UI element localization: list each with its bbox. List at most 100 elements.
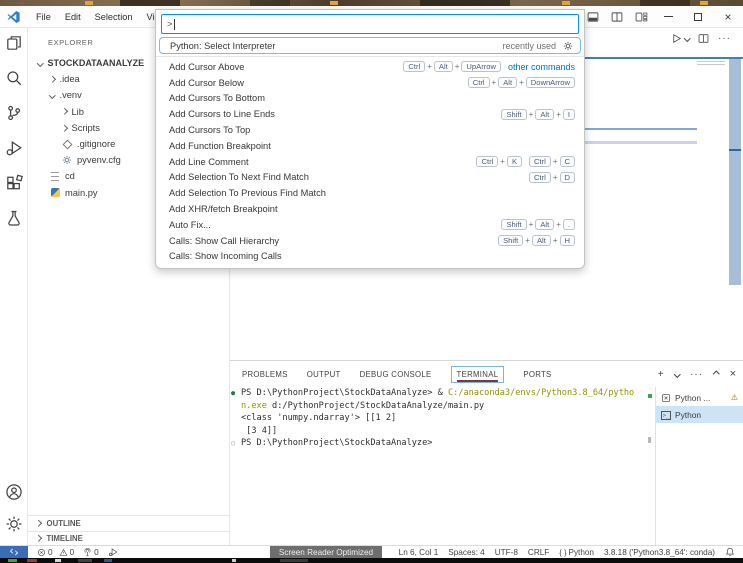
tree-item-label: Scripts	[71, 122, 100, 133]
panel-tab-terminal[interactable]: TERMINAL	[450, 365, 505, 383]
language-status[interactable]: { } Python	[559, 548, 594, 557]
keybinding: Ctrl + K	[476, 156, 523, 168]
chevron-down-icon	[683, 35, 690, 42]
palette-item-label: Add Cursors To Top	[169, 125, 251, 136]
warning-icon: ⚠	[730, 393, 738, 402]
gear-icon[interactable]	[563, 41, 573, 51]
close-button[interactable]: ×	[713, 6, 743, 27]
palette-item[interactable]: Add Function Breakpoint	[156, 138, 584, 154]
palette-item-label: Add Function Breakpoint	[169, 140, 271, 151]
command-input-value: >	[167, 18, 173, 30]
debug-status-icon[interactable]	[108, 547, 118, 557]
error-count: 0	[48, 547, 53, 557]
terminal-output[interactable]: ● PS D:\PythonProject\StockDataAnalyze> &…	[230, 387, 655, 546]
timeline-label: TIMELINE	[46, 534, 83, 543]
explorer-icon[interactable]	[5, 34, 23, 52]
command-input[interactable]: >	[161, 14, 579, 34]
customize-layout-icon[interactable]	[629, 6, 653, 27]
menu-file[interactable]: File	[29, 12, 58, 22]
tree-item-label: cd	[65, 171, 75, 182]
palette-item-label: Add Cursors To Bottom	[169, 93, 265, 104]
settings-gear-icon[interactable]	[5, 515, 23, 533]
terminal-tab-python[interactable]: >_ Python	[656, 406, 743, 423]
maximize-button[interactable]	[683, 6, 713, 27]
split-editor-icon[interactable]	[605, 6, 629, 27]
keybinding: Shift + Alt + I	[501, 108, 575, 120]
new-terminal-icon[interactable]: +	[658, 369, 664, 380]
panel-tab-output[interactable]: OUTPUT	[307, 370, 341, 379]
menu-edit[interactable]: Edit	[58, 12, 88, 22]
palette-item[interactable]: Add Selection To Next Find Match Ctrl + D	[156, 170, 584, 186]
line-col-status[interactable]: Ln 6, Col 1	[399, 548, 439, 557]
panel-tab-bar: PROBLEMS OUTPUT DEBUG CONSOLE TERMINAL PORTS	[242, 361, 552, 387]
close-panel-icon[interactable]: ×	[730, 368, 736, 380]
palette-item-label: Calls: Show Incoming Calls	[169, 251, 282, 262]
command-list: Python: Select Interpreter recently used A…	[156, 37, 584, 268]
problems-status[interactable]: 0 0	[37, 548, 74, 557]
chevron-right-icon	[49, 76, 56, 83]
notifications-bell-icon[interactable]	[725, 547, 735, 557]
palette-item[interactable]: Calls: Show Incoming Calls	[156, 249, 584, 265]
command-palette: > Python: Select Interpreter recently use…	[155, 9, 585, 269]
maximize-panel-icon[interactable]	[713, 370, 720, 378]
panel-tab-problems[interactable]: PROBLEMS	[242, 370, 288, 379]
timeline-section[interactable]: TIMELINE	[28, 531, 229, 545]
terminal-dropdown-icon[interactable]	[673, 370, 680, 378]
minimap[interactable]	[697, 59, 741, 285]
palette-item-label: Add Selection To Previous Find Match	[169, 188, 326, 199]
indentation-status[interactable]: Spaces: 4	[448, 548, 484, 557]
palette-item[interactable]: Calls: Show Outgoing Calls	[156, 264, 584, 268]
command-decoration-success[interactable]: ●	[231, 387, 235, 400]
palette-item-label: Calls: Show Call Hierarchy	[169, 235, 280, 246]
palette-item-label: Calls: Show Outgoing Calls	[169, 267, 282, 268]
source-control-icon[interactable]	[5, 104, 23, 122]
remote-indicator[interactable]	[0, 545, 28, 559]
terminal-line: [3 4]]	[230, 425, 655, 438]
terminal-text: [3 4]]	[241, 425, 278, 436]
terminal-decoration-success	[648, 394, 652, 398]
palette-item[interactable]: Add Cursors to Line Ends Shift + Alt + I	[156, 106, 584, 122]
command-decoration-pending[interactable]: ○	[231, 437, 235, 450]
palette-item[interactable]: Python: Select Interpreter recently used	[159, 37, 581, 54]
more-actions-icon[interactable]: ···	[718, 33, 731, 44]
palette-item[interactable]: Add Cursors To Top	[156, 122, 584, 138]
terminal-tab-label: Python ...	[675, 392, 711, 403]
panel-tab-debug-console[interactable]: DEBUG CONSOLE	[360, 370, 432, 379]
keybinding: Ctrl + Alt + DownArrow	[467, 77, 575, 89]
palette-item[interactable]: Calls: Show Call Hierarchy Shift + Alt + H	[156, 233, 584, 249]
screen-reader-badge[interactable]: Screen Reader Optimized	[270, 546, 382, 558]
minimize-button[interactable]	[653, 6, 683, 27]
terminal-tab-python-[interactable]: Python ... ⚠	[656, 389, 743, 406]
eol-status[interactable]: CRLF	[528, 548, 549, 557]
palette-item[interactable]: Add Selection To Previous Find Match	[156, 185, 584, 201]
terminal-text: C:/anaconda3/envs/Python3.8_64/pytho	[447, 388, 635, 398]
python-interpreter-status[interactable]: 3.8.18 ('Python3.8_64': conda)	[604, 548, 715, 557]
palette-item-label: Python: Select Interpreter	[170, 40, 276, 51]
palette-item[interactable]: Auto Fix... Shift + Alt +.	[156, 217, 584, 233]
palette-item[interactable]: Add Cursors To Bottom	[156, 91, 584, 107]
outline-section[interactable]: OUTLINE	[28, 515, 229, 531]
testing-icon[interactable]	[5, 209, 23, 227]
terminal-line: ● PS D:\PythonProject\StockDataAnalyze> &…	[230, 387, 655, 400]
account-icon[interactable]	[5, 483, 23, 501]
encoding-status[interactable]: UTF-8	[495, 548, 518, 557]
run-debug-icon[interactable]	[5, 139, 23, 157]
ports-status[interactable]: 0	[83, 548, 99, 557]
other-commands-link[interactable]: other commands	[508, 62, 575, 72]
palette-item[interactable]: Add Cursor Above Ctrl + Alt + UpArrow other co…	[156, 59, 584, 75]
search-icon[interactable]	[5, 69, 23, 87]
terminal-scrollbar-mark	[648, 437, 651, 443]
palette-item[interactable]: Add Line Comment Ctrl + K Ctrl + C	[156, 154, 584, 170]
more-actions-icon[interactable]: ···	[690, 369, 703, 380]
terminal-line: ○ PS D:\PythonProject\StockDataAnalyze>	[230, 437, 655, 450]
split-editor-button[interactable]	[698, 33, 709, 44]
terminal-tab-label: Python	[675, 409, 702, 420]
extensions-icon[interactable]	[5, 174, 23, 192]
menu-selection[interactable]: Selection	[88, 12, 140, 22]
panel-tab-ports[interactable]: PORTS	[523, 370, 551, 379]
keybinding: Ctrl + D	[529, 171, 575, 183]
run-python-file-button[interactable]	[671, 33, 690, 44]
palette-item[interactable]: Add XHR/fetch Breakpoint	[156, 201, 584, 217]
bottom-panel: PROBLEMS OUTPUT DEBUG CONSOLE TERMINAL PORTS…	[230, 360, 743, 546]
palette-item[interactable]: Add Cursor Below Ctrl + Alt + DownArrow	[156, 75, 584, 91]
